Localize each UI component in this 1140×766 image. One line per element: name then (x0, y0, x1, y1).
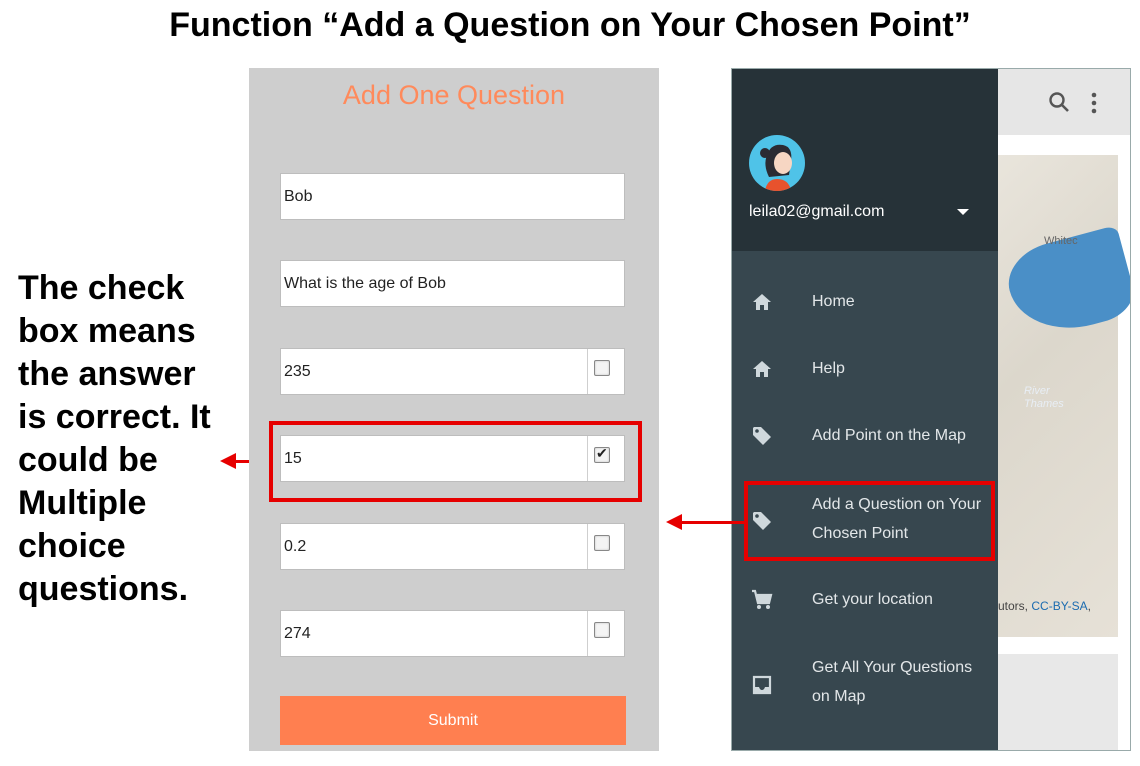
map-footer-area (998, 654, 1118, 750)
answer-checkbox-cell-1 (587, 349, 624, 394)
navigation-drawer: leila02@gmail.com Home Help Add Point on… (732, 69, 998, 750)
nav-item-add-point[interactable]: Add Point on the Map (732, 403, 998, 469)
answer-checkbox-4[interactable] (594, 622, 610, 638)
answer-checkbox-cell-4 (587, 611, 624, 656)
arrow-to-note-head (220, 453, 236, 469)
map-attribution-link[interactable]: CC-BY-SA (1031, 599, 1087, 613)
home-icon (753, 294, 771, 310)
add-question-form: Add One Question Bob What is the age of … (249, 68, 659, 751)
inbox-icon (752, 675, 772, 695)
more-options-icon[interactable] (1090, 91, 1098, 115)
search-icon[interactable] (1048, 91, 1070, 113)
answer-field-1[interactable]: 235 (280, 348, 625, 395)
menu-item-highlight (744, 481, 995, 561)
map-attribution: utors, CC-BY-SA, (998, 599, 1091, 613)
nav-item-get-location[interactable]: Get your location (732, 567, 998, 633)
nav-item-label: Get your location (812, 591, 933, 608)
avatar-icon (760, 144, 792, 191)
nav-item-home[interactable]: Home (732, 269, 998, 335)
submit-button[interactable]: Submit (280, 696, 626, 745)
question-field[interactable]: What is the age of Bob (280, 260, 625, 307)
answer-value-1: 235 (284, 363, 311, 380)
nav-item-label: Add Point on the Map (812, 427, 966, 444)
answer-field-4[interactable]: 274 (280, 610, 625, 657)
avatar[interactable] (749, 135, 805, 191)
nav-item-help[interactable]: Help (732, 336, 998, 402)
map-label-top: Whitec (1044, 235, 1078, 247)
answer-checkbox-1[interactable] (594, 360, 610, 376)
question-value: What is the age of Bob (284, 275, 446, 292)
slide-title: Function “Add a Question on Your Chosen … (169, 6, 971, 44)
point-name-field[interactable]: Bob (280, 173, 625, 220)
answer-field-3[interactable]: 0.2 (280, 523, 625, 570)
answer-value-3: 0.2 (284, 538, 307, 555)
home-icon (753, 361, 771, 377)
map-label-river: River Thames (1024, 385, 1064, 410)
form-heading: Add One Question (342, 80, 566, 110)
side-note: The check box means the answer is correc… (18, 269, 211, 608)
nav-item-get-questions[interactable]: Get All Your Questions on Map (732, 649, 998, 719)
cart-icon (752, 589, 773, 609)
point-name-value: Bob (284, 188, 313, 205)
nav-item-label: Help (812, 360, 845, 377)
drawer-header: leila02@gmail.com (732, 69, 998, 251)
arrow-from-menu-head (666, 514, 682, 530)
map-attribution-prefix: utors, (998, 599, 1032, 613)
arrow-from-menu (680, 521, 744, 524)
answer-checkbox-cell-3 (587, 524, 624, 569)
tag-icon (753, 427, 771, 445)
account-email: leila02@gmail.com (749, 203, 885, 220)
correct-answer-highlight (269, 421, 642, 502)
answer-checkbox-3[interactable] (594, 535, 610, 551)
nav-item-label: Get All Your Questions on Map (812, 659, 973, 705)
answer-value-4: 274 (284, 625, 311, 642)
account-dropdown-icon[interactable] (957, 209, 969, 215)
nav-item-label: Home (812, 293, 855, 310)
map-attribution-suffix: , (1087, 599, 1091, 613)
phone-screen: Whitec River Thames utors, CC-BY-SA, lei… (731, 68, 1131, 751)
